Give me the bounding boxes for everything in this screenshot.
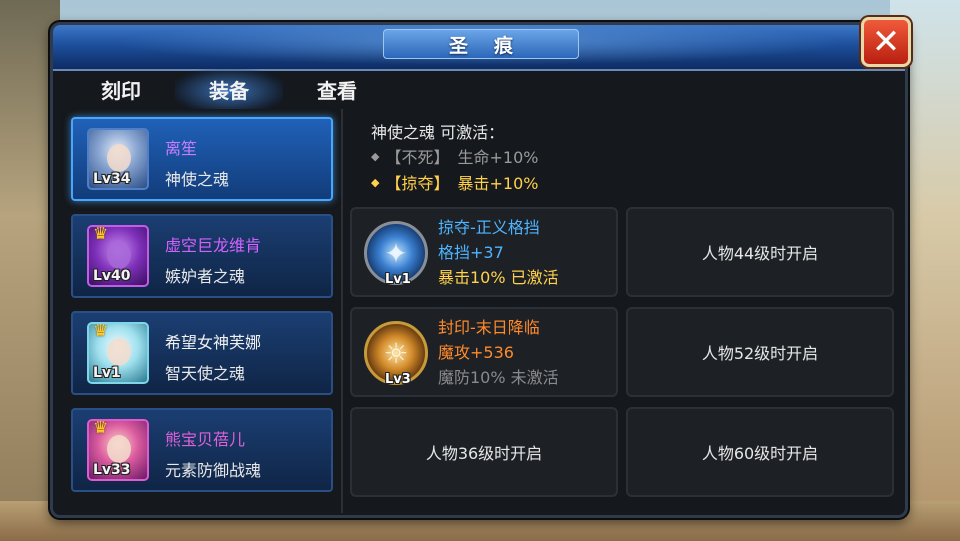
hero-soul: 元素防御战魂 — [165, 461, 262, 480]
hero-name: 希望女神芙娜 — [165, 333, 262, 352]
flame-rune-icon: ☼ Lv3 — [364, 321, 428, 387]
skill-bonus: 魔防10% 未激活 — [438, 368, 559, 387]
title-plate: 圣痕 — [383, 29, 579, 59]
hero-soul: 神使之魂 — [165, 170, 230, 189]
slot-unlock-text: 人物60级时开启 — [701, 444, 819, 463]
stigma-slot-locked[interactable]: 人物52级时开启 — [626, 307, 894, 397]
hero-portrait: ♛ Lv1 — [87, 322, 149, 384]
diamond-arrow-icon: ◆ — [371, 175, 380, 189]
stigma-slot-locked[interactable]: 人物44级时开启 — [626, 207, 894, 297]
skill-details: 封印-末日降临 魔攻+536 魔防10% 未激活 — [438, 315, 559, 390]
hero-level: Lv1 — [93, 365, 121, 381]
hero-card[interactable]: ♛ Lv40 虚空巨龙维肯 嫉妒者之魂 — [71, 214, 333, 298]
close-icon: ✕ — [871, 22, 901, 62]
crown-icon: ♛ — [93, 322, 109, 341]
hero-card[interactable]: Lv34 离笙 神使之魂 — [71, 117, 333, 201]
hero-portrait: ♛ Lv40 — [87, 225, 149, 287]
slot-unlock-text: 人物36级时开启 — [425, 444, 543, 463]
skill-name: 封印-末日降临 — [438, 318, 540, 337]
skill-name: 掠夺-正义格挡 — [438, 218, 540, 237]
shield-rune-icon: ✦ Lv1 — [364, 221, 428, 287]
hero-card[interactable]: ♛ Lv33 熊宝贝蓓儿 元素防御战魂 — [71, 408, 333, 492]
skill-level: Lv3 — [385, 372, 411, 387]
stigma-slot[interactable]: ✦ Lv1 掠夺-正义格挡 格挡+37 暴击10% 已激活 — [350, 207, 618, 297]
hero-card[interactable]: ♛ Lv1 希望女神芙娜 智天使之魂 — [71, 311, 333, 395]
activation-title: 神使之魂 可激活： — [371, 123, 505, 142]
stigmata-panel: 圣痕 ✕ 刻印 装备 查看 Lv34 离笙 神使之魂 ♛ Lv40 虚空巨龙维肯… — [50, 17, 911, 518]
tab-label: 刻印 — [101, 78, 141, 103]
crown-icon: ♛ — [93, 225, 109, 244]
hero-soul: 嫉妒者之魂 — [165, 267, 246, 286]
skill-stat: 魔攻+536 — [438, 343, 514, 362]
hero-soul: 智天使之魂 — [165, 364, 246, 383]
activation-effect: 暴击+10% — [457, 174, 539, 193]
activation-line: ◆ 【掠夺】 暴击+10% — [371, 169, 891, 195]
skill-details: 掠夺-正义格挡 格挡+37 暴击10% 已激活 — [438, 215, 559, 290]
activation-effect: 生命+10% — [457, 148, 539, 167]
hero-portrait: ♛ Lv33 — [87, 419, 149, 481]
slot-unlock-text: 人物52级时开启 — [701, 344, 819, 363]
stigma-slot-locked[interactable]: 人物60级时开启 — [626, 407, 894, 497]
activation-bracket: 【不死】 — [385, 148, 450, 167]
hero-name: 熊宝贝蓓儿 — [165, 430, 246, 449]
stigma-slot[interactable]: ☼ Lv3 封印-末日降临 魔攻+536 魔防10% 未激活 — [350, 307, 618, 397]
hero-name: 虚空巨龙维肯 — [165, 236, 262, 255]
hero-name: 离笙 — [165, 139, 198, 158]
hero-list: Lv34 离笙 神使之魂 ♛ Lv40 虚空巨龙维肯 嫉妒者之魂 ♛ Lv1 希… — [65, 109, 343, 509]
skill-stat: 格挡+37 — [438, 243, 504, 262]
crown-icon: ♛ — [93, 419, 109, 438]
tab-view[interactable]: 查看 — [283, 69, 391, 109]
slot-unlock-text: 人物44级时开启 — [701, 244, 819, 263]
activation-info: 神使之魂 可激活： ◆ 【不死】 生命+10% ◆ 【掠夺】 暴击+10% — [371, 119, 891, 195]
hero-level: Lv33 — [93, 462, 131, 478]
diamond-arrow-icon: ◆ — [371, 149, 380, 163]
hero-level: Lv40 — [93, 268, 131, 284]
hero-level: Lv34 — [93, 171, 131, 187]
portrait-face — [107, 338, 131, 366]
tab-engrave[interactable]: 刻印 — [67, 69, 175, 109]
hero-portrait: Lv34 — [87, 128, 149, 190]
window-title: 圣痕 — [448, 34, 539, 57]
stigma-slot-locked[interactable]: 人物36级时开启 — [350, 407, 618, 497]
skill-level: Lv1 — [385, 272, 411, 287]
tab-label: 装备 — [209, 78, 249, 103]
tab-equip[interactable]: 装备 — [175, 69, 283, 109]
title-bar: 圣痕 — [53, 25, 905, 71]
skill-bonus: 暴击10% 已激活 — [438, 268, 559, 287]
portrait-face — [107, 241, 131, 269]
activation-line: ◆ 【不死】 生命+10% — [371, 143, 891, 169]
column-divider — [341, 109, 343, 513]
tab-label: 查看 — [317, 78, 357, 103]
close-button[interactable]: ✕ — [861, 17, 911, 67]
portrait-face — [107, 144, 131, 172]
tab-bar: 刻印 装备 查看 — [67, 69, 391, 109]
portrait-face — [107, 435, 131, 463]
activation-bracket: 【掠夺】 — [385, 174, 450, 193]
